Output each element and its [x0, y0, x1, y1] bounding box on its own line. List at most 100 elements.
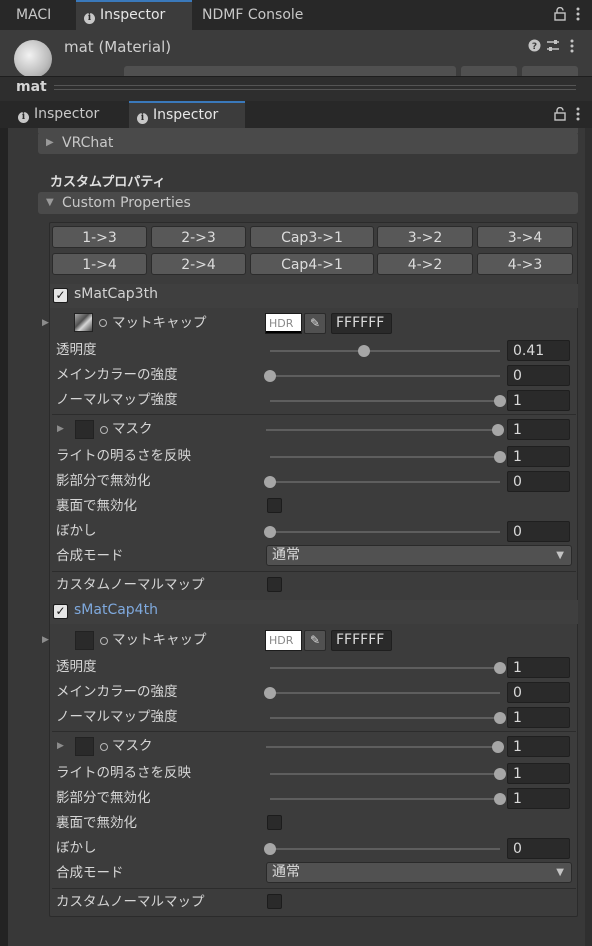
cap3-blur-value[interactable]: 0: [507, 521, 570, 542]
cap4-light-slider[interactable]: [270, 768, 506, 780]
cap3-normal-map-value[interactable]: 1: [507, 390, 570, 411]
triangle-right-icon[interactable]: ▶: [57, 741, 64, 751]
button-cap4-to-1[interactable]: Cap4->1: [250, 253, 374, 275]
checkmark-icon[interactable]: ✓: [53, 288, 68, 303]
checkmark-icon[interactable]: ✓: [53, 604, 68, 619]
cap4-blur-slider[interactable]: [264, 843, 500, 855]
cap3-opacity-slider[interactable]: [270, 345, 500, 357]
cap4-mask-value[interactable]: 1: [507, 736, 570, 757]
slider-thumb[interactable]: [492, 424, 504, 436]
slider-thumb[interactable]: [264, 476, 276, 488]
eyedropper-icon[interactable]: ✎: [304, 630, 326, 651]
custom-properties-foldout[interactable]: ▼ Custom Properties: [38, 192, 578, 214]
cap4-opacity-slider[interactable]: [270, 662, 506, 674]
tab-inspector[interactable]: i Inspector: [76, 0, 192, 30]
cap4-blend-dropdown[interactable]: 通常 ▼: [266, 862, 572, 883]
cap3-custom-normal-checkbox[interactable]: [267, 577, 282, 592]
cap3-mask-value[interactable]: 1: [507, 419, 570, 440]
sliders-icon[interactable]: [546, 39, 560, 56]
slider-thumb[interactable]: [264, 526, 276, 538]
cap3-color-field[interactable]: HDR: [265, 313, 302, 334]
cap4-hex-field[interactable]: FFFFFF: [331, 630, 392, 651]
slider-thumb[interactable]: [492, 741, 504, 753]
mask-texture-slot[interactable]: [75, 420, 94, 439]
cap4-blur-value[interactable]: 0: [507, 838, 570, 859]
cap3-main-color-slider[interactable]: [264, 370, 500, 382]
shader-button[interactable]: [522, 66, 578, 76]
cap3-main-color-value[interactable]: 0: [507, 365, 570, 386]
scrollbar[interactable]: [585, 128, 592, 946]
edit-button[interactable]: [461, 66, 517, 76]
button-2-to-4[interactable]: 2->4: [151, 253, 246, 275]
slider-thumb[interactable]: [264, 370, 276, 382]
slider-thumb[interactable]: [494, 712, 506, 724]
triangle-right-icon[interactable]: ▶: [57, 424, 64, 434]
lock-icon[interactable]: [554, 106, 566, 125]
kebab-menu-icon[interactable]: [576, 107, 580, 125]
inner-tab-inspector-2[interactable]: i Inspector: [129, 101, 245, 128]
drag-line-2: [54, 89, 576, 90]
cap4-normal-map-slider[interactable]: [270, 712, 506, 724]
cap3-blur-slider[interactable]: [264, 526, 500, 538]
slider-thumb[interactable]: [494, 451, 506, 463]
button-cap3-to-1[interactable]: Cap3->1: [250, 226, 374, 248]
cap3-normal-map-slider[interactable]: [270, 395, 506, 407]
button-1-to-3[interactable]: 1->3: [52, 226, 147, 248]
button-2-to-3[interactable]: 2->3: [151, 226, 246, 248]
cap3-mask-slider[interactable]: [266, 424, 504, 436]
cap4-main-color-value[interactable]: 0: [507, 682, 570, 703]
cap4-mask-slider[interactable]: [266, 741, 504, 753]
cap4-color-field[interactable]: HDR: [265, 630, 302, 651]
triangle-right-icon[interactable]: ▶: [42, 318, 49, 328]
button-4-to-3[interactable]: 4->3: [477, 253, 573, 275]
cap3-hex-field[interactable]: FFFFFF: [331, 313, 392, 334]
cap4-main-color-slider[interactable]: [264, 687, 500, 699]
button-3-to-4[interactable]: 3->4: [477, 226, 573, 248]
button-1-to-4[interactable]: 1->4: [52, 253, 147, 275]
chevron-down-icon: ▼: [556, 550, 564, 561]
lock-icon[interactable]: [554, 6, 566, 25]
help-icon[interactable]: ?: [528, 39, 541, 56]
tab-ndmf-console[interactable]: NDMF Console: [194, 0, 311, 30]
kebab-menu-icon[interactable]: [576, 7, 580, 25]
vrchat-label: VRChat: [62, 135, 114, 151]
cap3-opacity-value[interactable]: 0.41: [507, 340, 570, 361]
eyedropper-icon[interactable]: ✎: [304, 313, 326, 334]
inner-tab-inspector-1[interactable]: i Inspector: [10, 101, 107, 128]
cap3-light-slider[interactable]: [270, 451, 506, 463]
cap3-name: sMatCap3th: [74, 286, 158, 302]
cap3-shadow-slider[interactable]: [264, 476, 500, 488]
cap4-light-value[interactable]: 1: [507, 763, 570, 784]
slider-thumb[interactable]: [494, 768, 506, 780]
cap3-backface-checkbox[interactable]: [267, 498, 282, 513]
cap4-custom-normal-checkbox[interactable]: [267, 894, 282, 909]
cap4-opacity-value[interactable]: 1: [507, 657, 570, 678]
slider-thumb[interactable]: [494, 662, 506, 674]
material-menu-icon[interactable]: [570, 39, 574, 57]
slider-thumb[interactable]: [494, 395, 506, 407]
button-4-to-2[interactable]: 4->2: [377, 253, 473, 275]
cap4-shadow-value[interactable]: 1: [507, 788, 570, 809]
button-3-to-2[interactable]: 3->2: [377, 226, 473, 248]
slider-thumb[interactable]: [494, 793, 506, 805]
matcap-texture-slot[interactable]: [75, 631, 94, 650]
cap4-shadow-slider[interactable]: [270, 793, 506, 805]
cap4-normal-map-value[interactable]: 1: [507, 707, 570, 728]
cap3-blend-dropdown[interactable]: 通常 ▼: [266, 545, 572, 566]
slider-thumb[interactable]: [264, 687, 276, 699]
separator: [52, 571, 576, 572]
slider-thumb[interactable]: [264, 843, 276, 855]
cap3-shadow-value[interactable]: 0: [507, 471, 570, 492]
mask-texture-slot[interactable]: [75, 737, 94, 756]
cap3-light-value[interactable]: 1: [507, 446, 570, 467]
matcap-texture-slot[interactable]: [74, 313, 93, 332]
chevron-down-icon: ▼: [556, 867, 564, 878]
shader-dropdown[interactable]: [124, 66, 456, 76]
cap3-backface-label: 裏面で無効化: [56, 498, 137, 514]
triangle-right-icon[interactable]: ▶: [42, 635, 49, 645]
svg-text:?: ?: [532, 42, 537, 52]
cap3-normal-map-label: ノーマルマップ強度: [56, 392, 178, 408]
tab-maci[interactable]: MACI: [8, 0, 59, 30]
cap4-backface-checkbox[interactable]: [267, 815, 282, 830]
vrchat-foldout[interactable]: ▶ VRChat: [38, 132, 578, 154]
